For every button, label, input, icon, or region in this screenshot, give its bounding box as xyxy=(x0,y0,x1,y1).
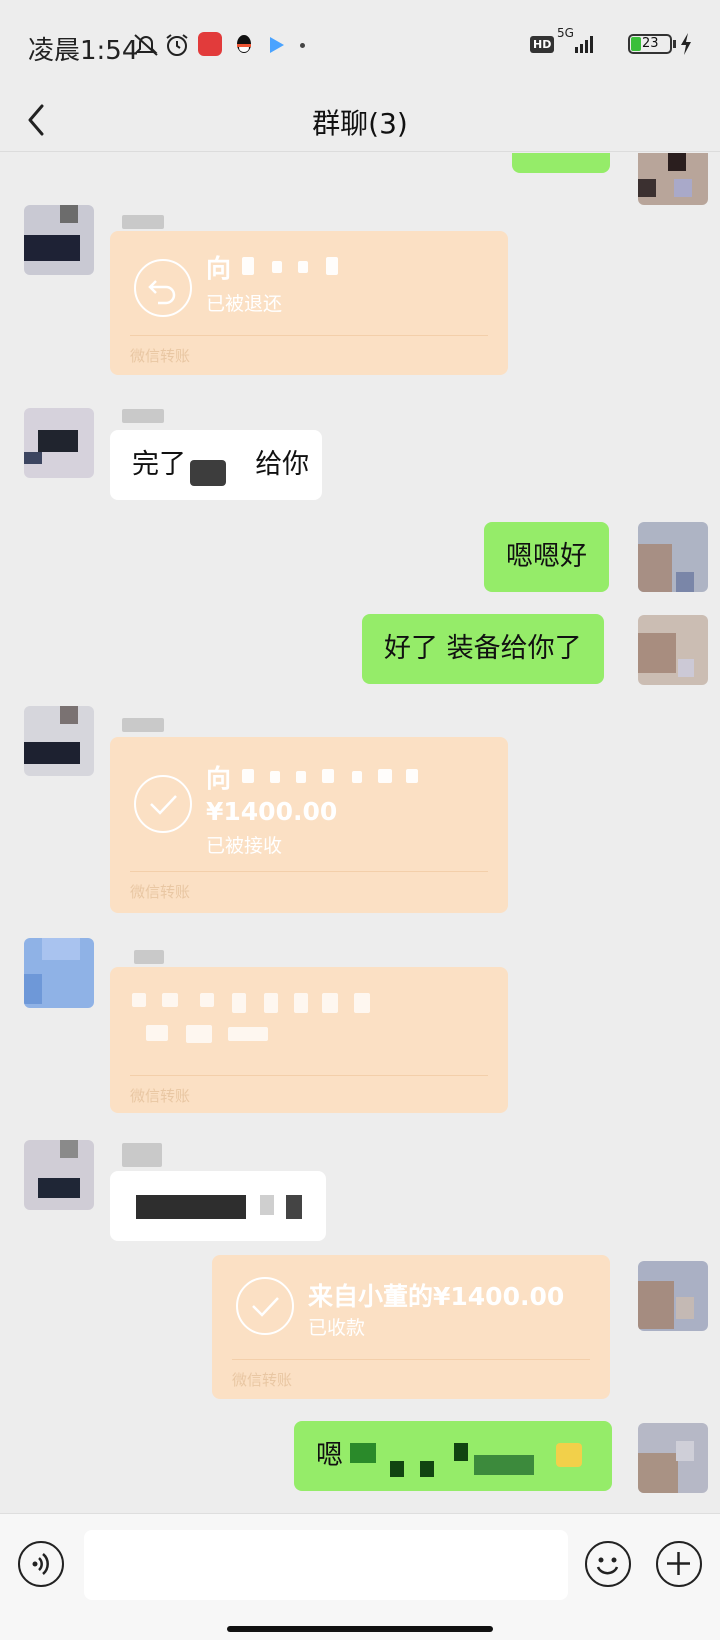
outgoing-message-bubble[interactable]: 好吧 xyxy=(512,153,610,173)
member-avatar[interactable] xyxy=(24,1140,94,1210)
transfer-footer: 微信转账 xyxy=(130,1087,191,1105)
battery-level: 23 xyxy=(642,36,659,51)
incoming-message-bubble[interactable]: 完了 给你 xyxy=(110,430,322,500)
transfer-footer: 微信转账 xyxy=(130,883,191,901)
mute-icon xyxy=(134,34,158,56)
message-text: 给你 xyxy=(255,449,310,480)
outgoing-message-bubble[interactable]: 嗯嗯好 xyxy=(484,522,609,592)
qq-icon xyxy=(237,35,251,53)
transfer-status: 已收款 xyxy=(308,1317,366,1339)
member-avatar[interactable] xyxy=(24,408,94,478)
transfer-title: 来自小董的¥1400.00 xyxy=(308,1282,565,1311)
transfer-footer: 微信转账 xyxy=(130,347,191,365)
page-title: 群聊(3) xyxy=(312,107,408,140)
my-avatar[interactable] xyxy=(638,522,708,592)
outgoing-message-bubble[interactable]: 嗯 xyxy=(294,1421,612,1491)
transfer-recipient: 向 xyxy=(206,764,232,793)
battery-icon: 23 xyxy=(628,34,672,54)
member-name xyxy=(122,718,164,732)
charging-icon xyxy=(681,33,691,55)
video-app-icon xyxy=(270,37,284,53)
my-avatar[interactable] xyxy=(638,615,708,685)
my-avatar[interactable] xyxy=(638,1261,708,1331)
network-label: 5G xyxy=(557,26,574,40)
member-name xyxy=(122,215,164,229)
transfer-footer: 微信转账 xyxy=(232,1371,293,1389)
message-text: 好吧 xyxy=(534,153,588,157)
check-icon xyxy=(134,775,192,833)
transfer-card-accepted[interactable]: 向 ¥1400.00 已被接收 微信转账 xyxy=(110,737,508,913)
transfer-status: 已被接收 xyxy=(206,835,283,857)
incoming-message-bubble[interactable] xyxy=(110,1171,326,1241)
chat-header: 群聊(3) xyxy=(0,92,720,152)
status-time: 凌晨1:54 xyxy=(28,36,139,66)
message-input[interactable] xyxy=(84,1530,568,1600)
message-text: 嗯嗯好 xyxy=(506,541,587,572)
member-avatar[interactable] xyxy=(24,706,94,776)
my-avatar[interactable] xyxy=(638,153,708,205)
voice-icon[interactable] xyxy=(18,1541,64,1587)
status-bar: 凌晨1:54 HD 5G 23 xyxy=(0,0,720,92)
more-dot-icon xyxy=(300,43,305,48)
return-icon xyxy=(134,259,192,317)
plus-icon[interactable] xyxy=(656,1541,702,1587)
transfer-recipient: 向 xyxy=(206,254,232,283)
battery-tip xyxy=(673,40,676,48)
signal-icon xyxy=(575,36,593,53)
transfer-card-returned[interactable]: 向 已被退还 微信转账 xyxy=(110,231,508,375)
alarm-icon xyxy=(166,34,188,56)
transfer-status: 已被退还 xyxy=(206,293,283,315)
check-icon xyxy=(236,1277,294,1335)
transfer-card-pending[interactable]: 微信转账 xyxy=(110,967,508,1113)
message-text: 完了 xyxy=(132,449,186,480)
app-notification-icon xyxy=(198,32,222,56)
home-indicator[interactable] xyxy=(227,1626,493,1632)
transfer-amount: ¥1400.00 xyxy=(206,797,338,826)
message-text: 好了 装备给你了 xyxy=(384,633,582,664)
message-text: 嗯 xyxy=(316,1440,343,1471)
member-avatar[interactable] xyxy=(24,205,94,275)
member-avatar[interactable] xyxy=(24,938,94,1008)
transfer-card-received[interactable]: 来自小董的¥1400.00 已收款 微信转账 xyxy=(212,1255,610,1399)
member-name xyxy=(122,409,164,423)
emoji-icon[interactable] xyxy=(585,1541,631,1587)
member-name xyxy=(122,1143,162,1167)
my-avatar[interactable] xyxy=(638,1423,708,1493)
chat-area[interactable]: 好吧 向 已被退还 微信转账 完了 给你 嗯嗯好 xyxy=(0,153,720,1513)
member-name xyxy=(134,950,164,964)
outgoing-message-bubble[interactable]: 好了 装备给你了 xyxy=(362,614,604,684)
input-bar xyxy=(0,1513,720,1640)
hd-badge: HD xyxy=(530,36,555,53)
